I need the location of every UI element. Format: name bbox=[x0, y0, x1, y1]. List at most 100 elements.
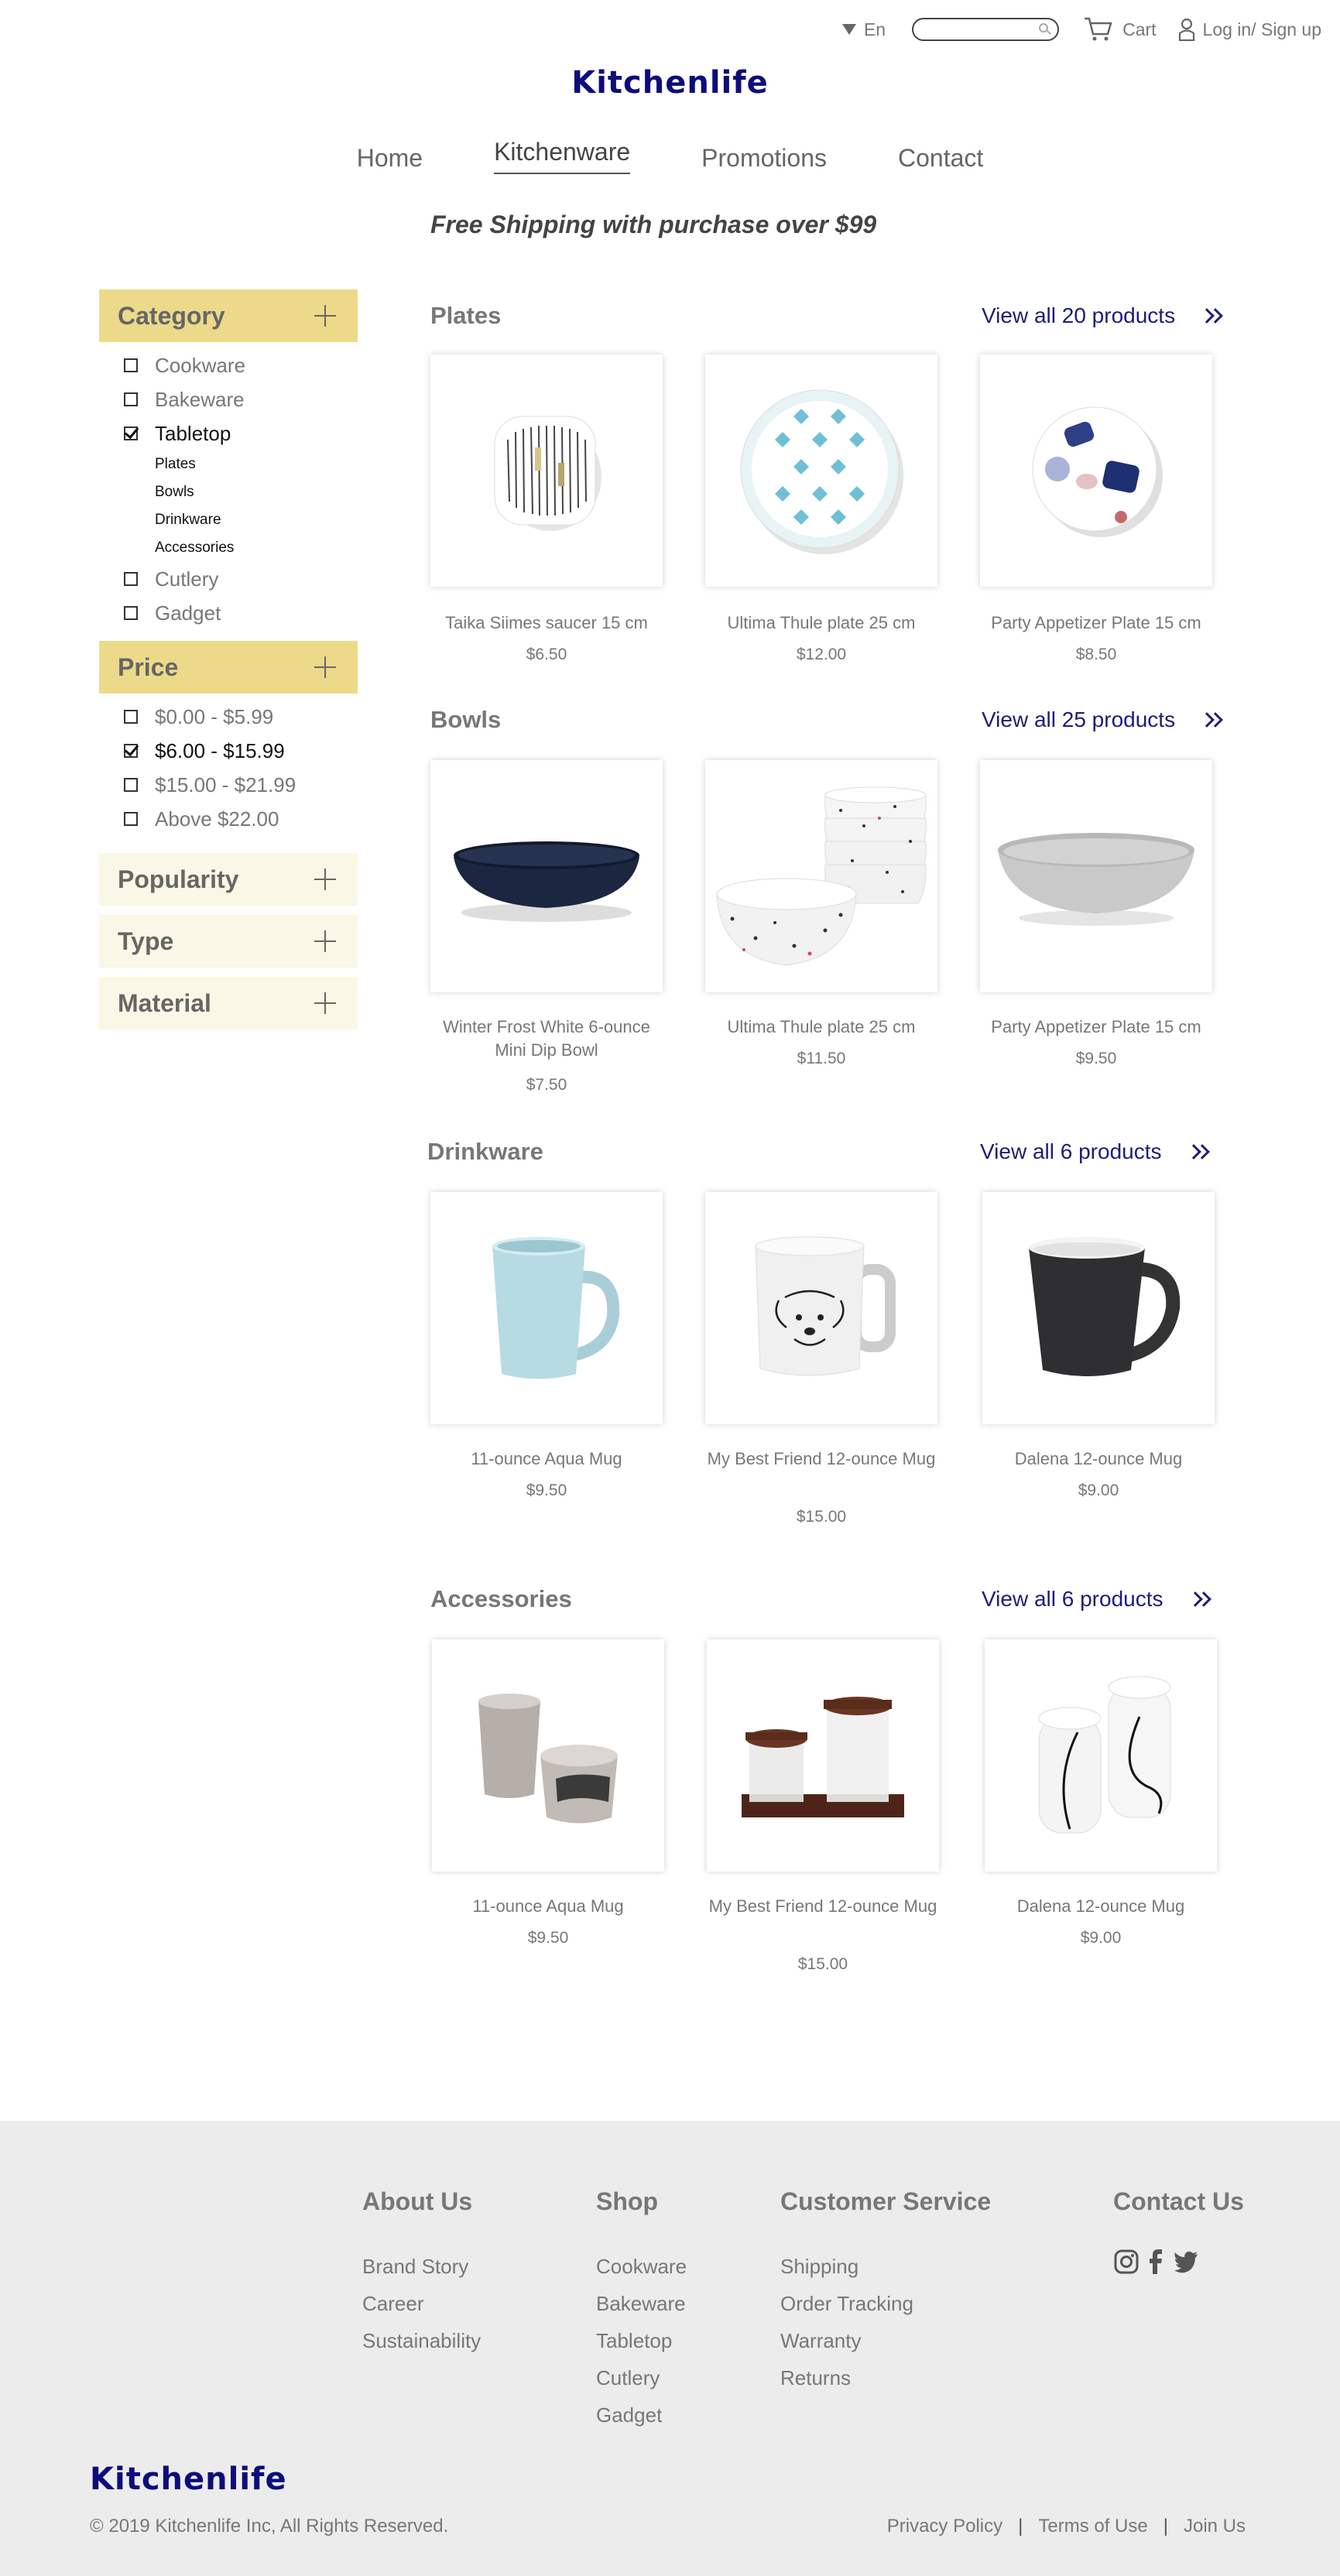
subcategory-plates[interactable]: Plates bbox=[99, 450, 358, 478]
section-title-plates: Plates bbox=[430, 302, 502, 329]
nav-promotions[interactable]: Promotions bbox=[701, 144, 827, 179]
search-input[interactable] bbox=[912, 18, 1060, 41]
view-all-bowls[interactable]: View all 25 products bbox=[982, 707, 1223, 732]
checkbox-checked[interactable] bbox=[124, 426, 138, 440]
subcategory-drinkware[interactable]: Drinkware bbox=[99, 506, 358, 534]
product-name[interactable]: Dalena 12-ounce Mug bbox=[985, 1895, 1217, 1918]
footer-link-sustainability[interactable]: Sustainability bbox=[362, 2329, 481, 2366]
price-option-2[interactable]: $6.00 - $15.99 bbox=[99, 734, 358, 768]
join-us-link[interactable]: Join Us bbox=[1184, 2516, 1246, 2537]
checkbox[interactable] bbox=[124, 392, 138, 406]
product-card[interactable] bbox=[705, 1192, 937, 1424]
section-title-bowls: Bowls bbox=[430, 706, 502, 733]
checkbox[interactable] bbox=[124, 710, 138, 724]
cart-link[interactable]: Cart bbox=[1084, 16, 1157, 43]
product-card[interactable] bbox=[430, 355, 663, 587]
price-accordion[interactable]: Price bbox=[99, 641, 358, 694]
facebook-icon[interactable] bbox=[1143, 2249, 1169, 2275]
filter-option-cutlery[interactable]: Cutlery bbox=[99, 562, 358, 596]
product-card[interactable] bbox=[707, 1639, 939, 1872]
salt-pepper-image bbox=[1038, 1676, 1171, 1834]
view-all-drinkware[interactable]: View all 6 products bbox=[980, 1139, 1210, 1164]
price-option-1[interactable]: $0.00 - $5.99 bbox=[99, 700, 358, 734]
filter-option-cookware[interactable]: Cookware bbox=[99, 348, 358, 382]
footer-shop: Shop Cookware Bakeware Tabletop Cutlery … bbox=[596, 2187, 687, 2441]
material-accordion[interactable]: Material bbox=[99, 977, 358, 1029]
top-bar: En Cart Log in/ Sign up bbox=[841, 14, 1321, 45]
instagram-icon[interactable] bbox=[1113, 2249, 1140, 2275]
language-selector[interactable]: En bbox=[841, 19, 886, 40]
view-all-plates[interactable]: View all 20 products bbox=[982, 303, 1223, 328]
type-accordion[interactable]: Type bbox=[99, 915, 358, 968]
canisters-image bbox=[478, 1694, 618, 1824]
plus-icon[interactable] bbox=[314, 868, 336, 890]
plus-icon[interactable] bbox=[314, 305, 336, 327]
footer-link-brand-story[interactable]: Brand Story bbox=[362, 2255, 481, 2292]
plus-icon[interactable] bbox=[314, 930, 336, 952]
product-card[interactable] bbox=[705, 760, 937, 992]
product-card[interactable] bbox=[985, 1639, 1217, 1872]
footer-brand-logo[interactable]: Kitchenlife bbox=[90, 2461, 287, 2497]
footer-link-order-tracking[interactable]: Order Tracking bbox=[780, 2292, 991, 2329]
footer-link-warranty[interactable]: Warranty bbox=[780, 2329, 991, 2366]
footer-link-returns[interactable]: Returns bbox=[780, 2366, 991, 2403]
plus-icon[interactable] bbox=[314, 992, 336, 1014]
accordion-title: Type bbox=[118, 927, 174, 955]
accordion-title: Popularity bbox=[118, 865, 239, 893]
product-name[interactable]: 11-ounce Aqua Mug bbox=[430, 1447, 663, 1471]
filter-option-tabletop[interactable]: Tabletop bbox=[99, 416, 358, 450]
product-name[interactable]: Taika Siimes saucer 15 cm bbox=[430, 611, 663, 635]
price-option-3[interactable]: $15.00 - $21.99 bbox=[99, 768, 358, 802]
product-name[interactable]: Ultima Thule plate 25 cm bbox=[705, 611, 937, 635]
category-accordion[interactable]: Category bbox=[99, 289, 358, 342]
nav-kitchenware[interactable]: Kitchenware bbox=[494, 138, 631, 174]
popularity-accordion[interactable]: Popularity bbox=[99, 853, 358, 906]
nav-home[interactable]: Home bbox=[357, 144, 423, 179]
view-all-label: View all 6 products bbox=[982, 1587, 1164, 1611]
checkbox[interactable] bbox=[124, 778, 138, 792]
subcategory-bowls[interactable]: Bowls bbox=[99, 478, 358, 506]
product-price: $15.00 bbox=[797, 1955, 848, 1973]
product-card[interactable] bbox=[705, 355, 937, 587]
product-card[interactable] bbox=[980, 355, 1212, 587]
nav-contact[interactable]: Contact bbox=[898, 144, 983, 179]
checkbox-checked[interactable] bbox=[124, 744, 138, 758]
product-card[interactable] bbox=[430, 1192, 663, 1424]
checkbox[interactable] bbox=[124, 572, 138, 586]
product-name[interactable]: Dalena 12-ounce Mug bbox=[982, 1447, 1215, 1471]
terms-of-use-link[interactable]: Terms of Use bbox=[1038, 2516, 1147, 2537]
footer-link-shipping[interactable]: Shipping bbox=[780, 2255, 991, 2292]
footer-link-cookware[interactable]: Cookware bbox=[596, 2255, 687, 2292]
product-name[interactable]: Winter Frost White 6-ounce Mini Dip Bowl bbox=[430, 1016, 663, 1062]
filter-option-gadget[interactable]: Gadget bbox=[99, 596, 358, 630]
view-all-accessories[interactable]: View all 6 products bbox=[982, 1587, 1211, 1612]
plus-icon[interactable] bbox=[314, 656, 336, 678]
privacy-policy-link[interactable]: Privacy Policy bbox=[887, 2516, 1002, 2537]
product-name[interactable]: My Best Friend 12-ounce Mug bbox=[707, 1895, 939, 1918]
price-option-4[interactable]: Above $22.00 bbox=[99, 802, 358, 836]
product-card[interactable] bbox=[982, 1192, 1215, 1424]
product-name[interactable]: Party Appetizer Plate 15 cm bbox=[980, 611, 1212, 635]
product-card[interactable] bbox=[980, 760, 1212, 992]
filter-option-bakeware[interactable]: Bakeware bbox=[99, 382, 358, 416]
footer-link-gadget[interactable]: Gadget bbox=[596, 2403, 687, 2441]
login-link[interactable]: Log in/ Sign up bbox=[1178, 18, 1321, 41]
checkbox[interactable] bbox=[124, 358, 138, 372]
subcategory-accessories[interactable]: Accessories bbox=[99, 534, 358, 562]
twitter-icon[interactable] bbox=[1173, 2249, 1199, 2275]
footer-link-cutlery[interactable]: Cutlery bbox=[596, 2366, 687, 2403]
brand-logo[interactable]: Kitchenlife bbox=[0, 65, 1340, 101]
product-name[interactable]: Party Appetizer Plate 15 cm bbox=[980, 1016, 1212, 1039]
product-name[interactable]: My Best Friend 12-ounce Mug bbox=[705, 1447, 937, 1471]
product-card[interactable] bbox=[430, 760, 663, 992]
product-card[interactable] bbox=[432, 1639, 664, 1872]
search-icon[interactable] bbox=[1039, 23, 1049, 33]
footer-link-tabletop[interactable]: Tabletop bbox=[596, 2329, 687, 2366]
checkbox[interactable] bbox=[124, 812, 138, 826]
filter-label: Above $22.00 bbox=[155, 807, 279, 831]
footer-link-career[interactable]: Career bbox=[362, 2292, 481, 2329]
footer-link-bakeware[interactable]: Bakeware bbox=[596, 2292, 687, 2329]
checkbox[interactable] bbox=[124, 606, 138, 620]
product-name[interactable]: Ultima Thule plate 25 cm bbox=[705, 1016, 937, 1039]
product-name[interactable]: 11-ounce Aqua Mug bbox=[432, 1895, 664, 1918]
